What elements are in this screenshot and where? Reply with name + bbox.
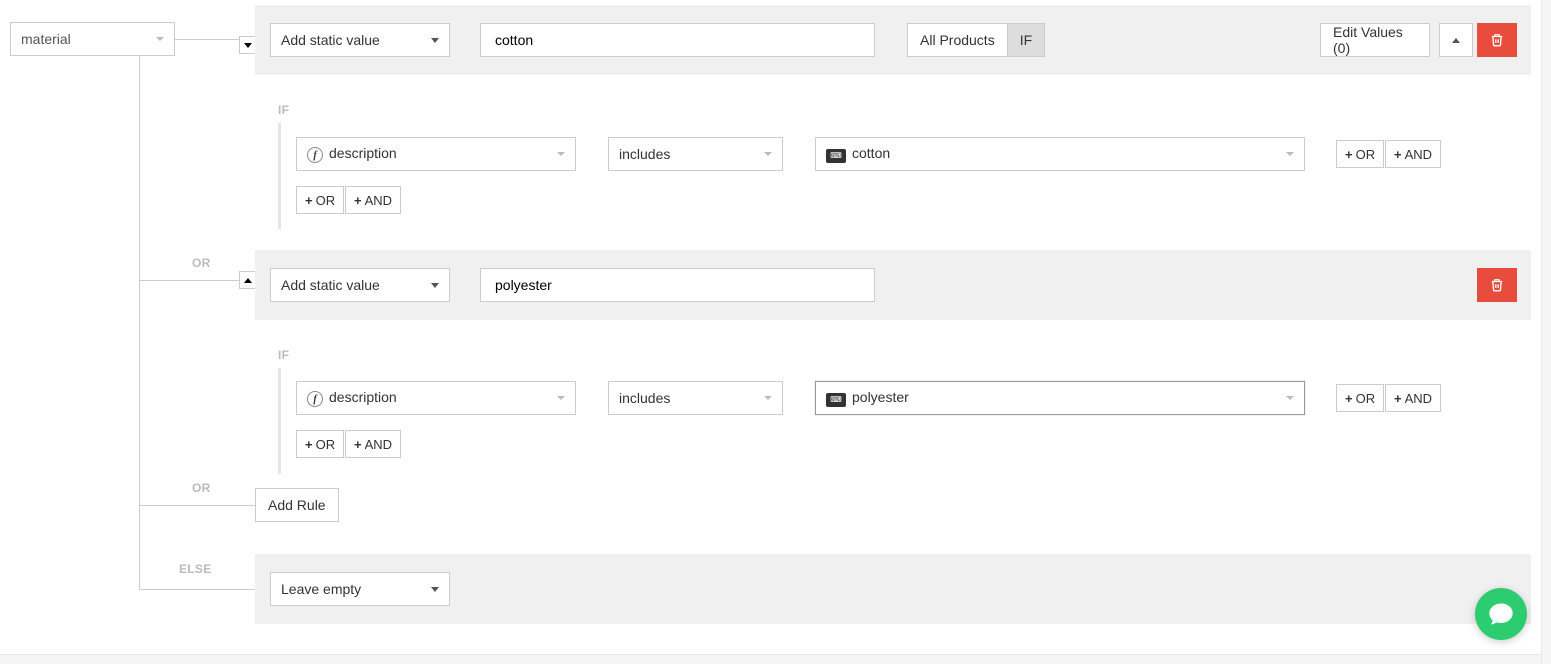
chevron-down-icon: [431, 38, 439, 43]
chevron-down-icon: [764, 152, 772, 156]
rule-2-value-input-wrapper: [480, 268, 875, 302]
tab-all-products[interactable]: All Products: [907, 23, 1008, 57]
rule-2-and-below-button[interactable]: + AND: [345, 430, 401, 458]
chevron-down-icon: [431, 283, 439, 288]
rule-1-cond-value: cotton: [852, 145, 890, 161]
tab-if[interactable]: IF: [1008, 23, 1045, 57]
else-action-select[interactable]: Leave empty: [270, 572, 450, 606]
plus-icon: +: [354, 437, 362, 452]
and-label: AND: [365, 437, 392, 452]
chevron-down-icon: [431, 587, 439, 592]
rule-2-or-inline-button[interactable]: + OR: [1336, 384, 1384, 412]
chevron-down-icon: [1286, 152, 1294, 156]
rule-1-value-input-wrapper: [480, 23, 875, 57]
else-action-label: Leave empty: [281, 581, 361, 597]
if-label-2: IF: [278, 348, 289, 362]
rule-2-cond-value: polyester: [852, 389, 909, 405]
connector-line: [139, 589, 255, 590]
plus-icon: +: [305, 437, 313, 452]
rule-1-action-label: Add static value: [281, 32, 380, 48]
vertical-scrollbar[interactable]: [1541, 0, 1551, 664]
delete-rule-2-button[interactable]: [1477, 268, 1517, 302]
rule-1-and-below-button[interactable]: + AND: [345, 186, 401, 214]
attribute-select[interactable]: material: [10, 22, 175, 56]
plus-icon: +: [305, 193, 313, 208]
rule-2-field-wrap: f description: [307, 389, 397, 408]
chevron-down-icon: [244, 43, 252, 48]
rule-2-cond-value-wrap: ⌨ polyester: [826, 389, 909, 407]
and-label: AND: [365, 193, 392, 208]
rule-1-field-label: description: [329, 145, 397, 161]
or-separator-2: OR: [192, 481, 211, 495]
or-separator-1: OR: [192, 256, 211, 270]
and-label: AND: [1405, 391, 1432, 406]
help-chat-button[interactable]: [1475, 588, 1527, 640]
plus-icon: +: [1345, 147, 1353, 162]
trash-icon: [1490, 33, 1504, 47]
chat-icon: [1487, 600, 1515, 628]
chevron-down-icon: [1286, 396, 1294, 400]
chevron-down-icon: [764, 396, 772, 400]
and-label: AND: [1405, 147, 1432, 162]
rule-2-action-select[interactable]: Add static value: [270, 268, 450, 302]
or-label: OR: [316, 437, 336, 452]
add-rule-label: Add Rule: [268, 497, 326, 513]
else-label: ELSE: [179, 562, 212, 576]
or-label: OR: [1356, 391, 1376, 406]
chevron-down-icon: [557, 152, 565, 156]
rule-1-or-inline-button[interactable]: + OR: [1336, 140, 1384, 168]
rule-2-field-label: description: [329, 389, 397, 405]
attribute-select-label: material: [21, 31, 71, 47]
rule-1-value-input[interactable]: [493, 31, 862, 49]
add-rule-button[interactable]: Add Rule: [255, 488, 339, 522]
or-label: OR: [316, 193, 336, 208]
rule-2-operator-select[interactable]: includes: [608, 381, 783, 415]
delete-rule-1-button[interactable]: [1477, 23, 1517, 57]
edit-values-label: Edit Values (0): [1333, 24, 1417, 56]
connector-line: [139, 39, 140, 589]
collapse-rule-1-button[interactable]: [1439, 23, 1473, 57]
rule-1-value-select[interactable]: ⌨ cotton: [815, 137, 1305, 171]
rule-1-cond-value-wrap: ⌨ cotton: [826, 145, 890, 163]
plus-icon: +: [354, 193, 362, 208]
plus-icon: +: [1394, 391, 1402, 406]
chevron-down-icon: [557, 396, 565, 400]
tab-if-label: IF: [1020, 32, 1032, 48]
plus-icon: +: [1345, 391, 1353, 406]
edit-values-button[interactable]: Edit Values (0): [1320, 23, 1430, 57]
rule-1-operator-select[interactable]: includes: [608, 137, 783, 171]
keyboard-icon: ⌨: [826, 149, 846, 163]
rule-2-action-label: Add static value: [281, 277, 380, 293]
chevron-up-icon: [1452, 38, 1460, 43]
connector-line: [139, 280, 255, 281]
keyboard-icon: ⌨: [826, 393, 846, 407]
rule-1-and-inline-button[interactable]: + AND: [1385, 140, 1441, 168]
rule-1-operator-label: includes: [619, 146, 670, 162]
plus-icon: +: [1394, 147, 1402, 162]
rule-2-value-input[interactable]: [493, 276, 862, 294]
rule-1-field-wrap: f description: [307, 145, 397, 164]
rule-1-action-select[interactable]: Add static value: [270, 23, 450, 57]
fx-icon: f: [307, 147, 323, 163]
rule-2-field-select[interactable]: f description: [296, 381, 576, 415]
or-label: OR: [1356, 147, 1376, 162]
rule-1-field-select[interactable]: f description: [296, 137, 576, 171]
if-label: IF: [278, 103, 289, 117]
chevron-up-icon: [244, 278, 252, 283]
tab-all-products-label: All Products: [920, 32, 995, 48]
connector-line: [139, 505, 255, 506]
fx-icon: f: [307, 391, 323, 407]
rule-1-or-below-button[interactable]: + OR: [296, 186, 344, 214]
rule-2-value-select[interactable]: ⌨ polyester: [815, 381, 1305, 415]
footer-strip: [0, 654, 1541, 664]
rule-2-or-below-button[interactable]: + OR: [296, 430, 344, 458]
rule-1-scope-tabs: All Products IF: [907, 23, 1045, 57]
rule-2-and-inline-button[interactable]: + AND: [1385, 384, 1441, 412]
trash-icon: [1490, 278, 1504, 292]
rule-2-operator-label: includes: [619, 390, 670, 406]
chevron-down-icon: [156, 37, 164, 41]
